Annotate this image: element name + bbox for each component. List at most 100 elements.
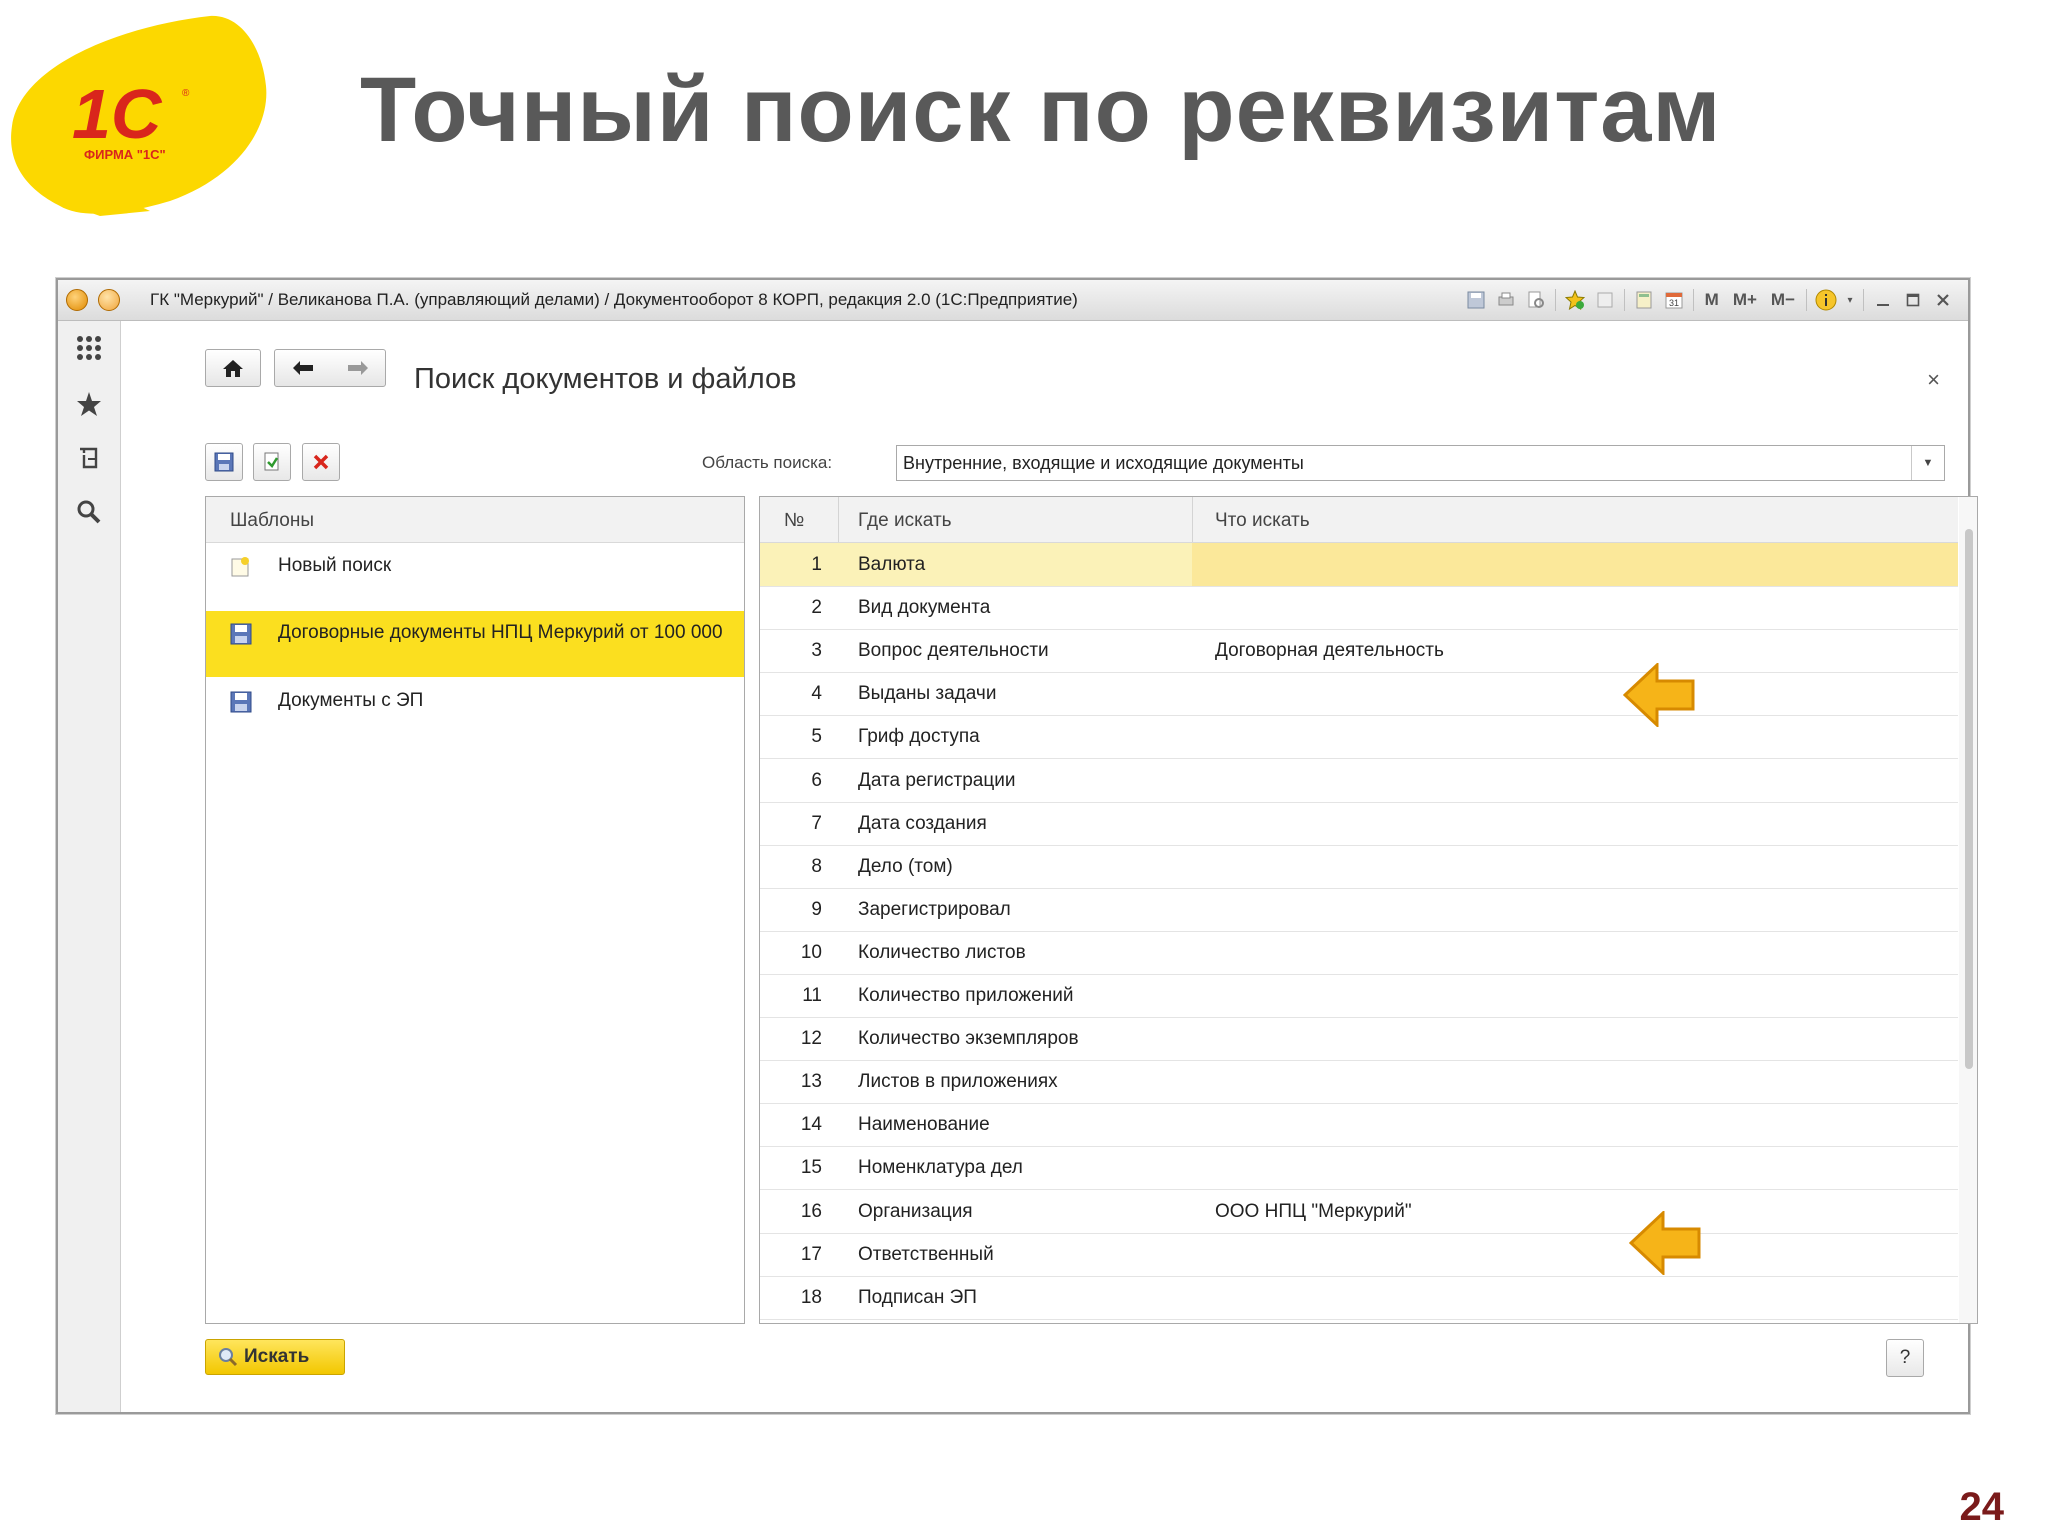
- history-icon[interactable]: [72, 441, 106, 475]
- star-icon[interactable]: [72, 387, 106, 421]
- history-icon[interactable]: [1594, 289, 1616, 311]
- active-cell[interactable]: [1192, 543, 1958, 586]
- search-area-value: Внутренние, входящие и исходящие докумен…: [903, 453, 1304, 473]
- help-button[interactable]: ?: [1886, 1339, 1924, 1377]
- where-cell[interactable]: Дата создания: [858, 813, 987, 835]
- table-row[interactable]: 9 Зарегистрировал: [760, 888, 1958, 932]
- memory-m-button[interactable]: M: [1702, 289, 1722, 311]
- table-row[interactable]: 6 Дата регистрации: [760, 759, 1958, 803]
- table-row[interactable]: 14 Наименование: [760, 1103, 1958, 1148]
- home-button[interactable]: [205, 349, 261, 387]
- print-icon[interactable]: [1495, 289, 1517, 311]
- calendar-icon[interactable]: 31: [1663, 289, 1685, 311]
- table-row[interactable]: 17 Ответственный: [760, 1233, 1958, 1277]
- memory-minus-button[interactable]: M−: [1768, 289, 1798, 311]
- row-number: 11: [802, 985, 822, 1006]
- column-header-where[interactable]: Где искать: [858, 510, 952, 532]
- maximize-icon[interactable]: [1902, 289, 1924, 311]
- page-number: 24: [1959, 1485, 2005, 1529]
- forward-arrow-icon[interactable]: [347, 360, 369, 376]
- where-cell[interactable]: Количество листов: [858, 942, 1026, 964]
- chevron-down-icon[interactable]: ▼: [1911, 446, 1944, 480]
- table-row[interactable]: 3 Вопрос деятельности Договорная деятельно…: [760, 629, 1958, 674]
- table-row[interactable]: 15 Номенклатура дел: [760, 1146, 1958, 1191]
- where-cell[interactable]: Номенклатура дел: [858, 1157, 1023, 1179]
- where-cell[interactable]: Выданы задачи: [858, 683, 996, 705]
- svg-text:®: ®: [182, 88, 190, 99]
- table-row[interactable]: 16 Организация ООО НПЦ "Меркурий": [760, 1190, 1958, 1234]
- where-cell[interactable]: Валюта: [858, 554, 925, 576]
- table-row[interactable]: 1 Валюта: [760, 543, 1958, 587]
- preview-icon[interactable]: [1525, 289, 1547, 311]
- search-area-select[interactable]: Внутренние, входящие и исходящие докумен…: [896, 445, 1945, 481]
- list-item[interactable]: Новый поиск: [206, 544, 744, 588]
- form-title: Поиск документов и файлов: [414, 363, 797, 395]
- where-cell[interactable]: Гриф доступа: [858, 726, 980, 748]
- minimize-icon[interactable]: [1872, 289, 1894, 311]
- info-icon[interactable]: [1815, 289, 1837, 311]
- templates-header: Шаблоны: [206, 497, 744, 543]
- app-logo-icon[interactable]: [66, 289, 88, 311]
- where-cell[interactable]: Наименование: [858, 1114, 990, 1136]
- apps-grid-icon[interactable]: [72, 331, 106, 365]
- floppy-icon: [214, 452, 234, 472]
- where-cell[interactable]: Ответственный: [858, 1244, 994, 1266]
- list-item[interactable]: Договорные документы НПЦ Меркурий от 100…: [206, 611, 744, 677]
- form-close-button[interactable]: ×: [1927, 367, 1940, 393]
- where-cell[interactable]: Организация: [858, 1201, 973, 1223]
- form-content: Поиск документов и файлов × Область поис…: [121, 321, 1978, 1412]
- favorites-icon[interactable]: [1564, 289, 1586, 311]
- row-number: 9: [811, 898, 822, 920]
- vertical-scrollbar[interactable]: [1959, 497, 1977, 1323]
- table-row[interactable]: 4 Выданы задачи: [760, 672, 1958, 717]
- table-row[interactable]: 11 Количество приложений: [760, 974, 1958, 1018]
- search-button[interactable]: Искать: [205, 1339, 345, 1375]
- callout-arrow-icon: [1629, 1211, 1701, 1275]
- main-menu-icon[interactable]: [98, 289, 120, 311]
- back-arrow-icon[interactable]: [292, 360, 314, 376]
- column-header-number[interactable]: №: [784, 510, 804, 532]
- row-number: 17: [800, 1243, 822, 1265]
- copy-template-button[interactable]: [253, 443, 291, 481]
- table-row[interactable]: 12 Количество экземпляров: [760, 1017, 1958, 1062]
- table-row[interactable]: 10 Количество листов: [760, 931, 1958, 975]
- where-cell[interactable]: Листов в приложениях: [858, 1071, 1058, 1093]
- delete-icon: [313, 454, 329, 470]
- table-row[interactable]: 5 Гриф доступа: [760, 715, 1958, 760]
- table-row[interactable]: 7 Дата создания: [760, 802, 1958, 846]
- where-cell[interactable]: Дата регистрации: [858, 770, 1015, 792]
- delete-template-button[interactable]: [302, 443, 340, 481]
- table-row[interactable]: 2 Вид документа: [760, 586, 1958, 631]
- where-cell[interactable]: Вопрос деятельности: [858, 640, 1049, 662]
- table-row[interactable]: 13 Листов в приложениях: [760, 1060, 1958, 1105]
- column-header-what[interactable]: Что искать: [1215, 510, 1310, 532]
- where-cell[interactable]: Вид документа: [858, 597, 990, 619]
- copy-icon: [264, 452, 279, 471]
- row-number: 10: [800, 941, 822, 963]
- toolbar-separator: [1554, 289, 1556, 311]
- search-icon[interactable]: [72, 495, 106, 529]
- close-icon[interactable]: [1932, 289, 1954, 311]
- table-row[interactable]: 8 Дело (том): [760, 845, 1958, 889]
- toolbar-separator: [1692, 289, 1694, 311]
- what-cell[interactable]: Договорная деятельность: [1215, 640, 1444, 662]
- scrollbar-thumb[interactable]: [1965, 529, 1973, 1069]
- what-cell[interactable]: ООО НПЦ "Меркурий": [1215, 1201, 1412, 1223]
- row-number: 2: [811, 597, 822, 619]
- save-template-button[interactable]: [205, 443, 243, 481]
- where-cell[interactable]: Подписан ЭП: [858, 1287, 977, 1309]
- where-cell[interactable]: Дело (том): [858, 856, 953, 878]
- calculator-icon[interactable]: [1633, 289, 1655, 311]
- memory-plus-button[interactable]: M+: [1730, 289, 1760, 311]
- save-icon[interactable]: [1465, 289, 1487, 311]
- row-number: 14: [800, 1114, 822, 1136]
- where-cell[interactable]: Количество приложений: [858, 985, 1073, 1007]
- toolbar-separator: [1806, 289, 1807, 311]
- table-row[interactable]: 18 Подписан ЭП: [760, 1276, 1958, 1320]
- list-item[interactable]: Документы с ЭП: [206, 679, 744, 723]
- history-nav-group: [274, 349, 386, 387]
- row-number: 7: [811, 812, 822, 834]
- where-cell[interactable]: Количество экземпляров: [858, 1028, 1079, 1050]
- chevron-down-icon[interactable]: ▾: [1845, 289, 1855, 311]
- where-cell[interactable]: Зарегистрировал: [858, 899, 1011, 921]
